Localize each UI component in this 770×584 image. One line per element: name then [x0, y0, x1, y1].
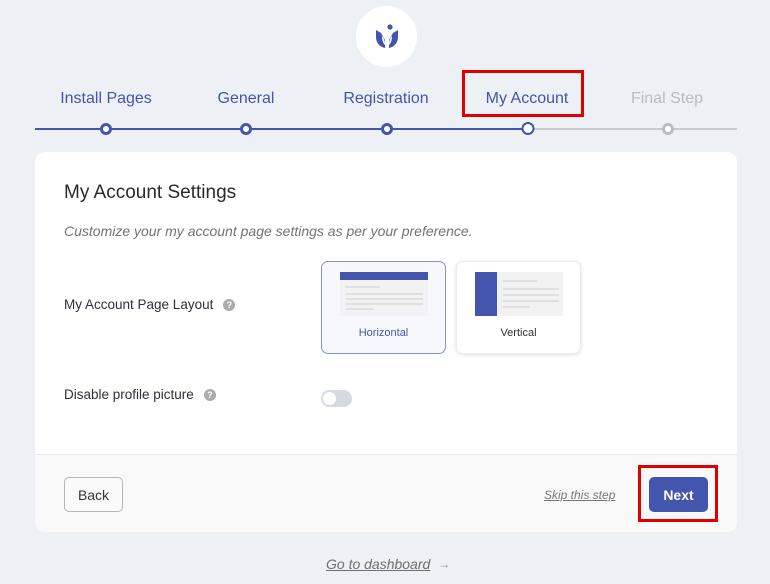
question-circle-icon[interactable]: ? [203, 388, 216, 401]
brand-logo [356, 6, 417, 67]
arrow-right-icon: → [438, 557, 451, 571]
layout-option-label: Horizontal [358, 327, 409, 339]
skip-step-link[interactable]: Skip this step [544, 488, 615, 502]
step-registration[interactable]: Registration [343, 90, 428, 108]
annotation-highlight-next-button [638, 465, 718, 522]
page-description: Customize your my account page settings … [64, 223, 473, 239]
go-to-dashboard-text: Go to dashboard [326, 556, 431, 572]
layout-option-horizontal[interactable]: Horizontal [321, 261, 446, 354]
toggle-knob [323, 392, 336, 405]
go-to-dashboard-link[interactable]: Go to dashboard → [326, 556, 450, 572]
step-install-pages[interactable]: Install Pages [60, 90, 152, 108]
step-dot-final-step [662, 123, 674, 135]
layout-option-label: Vertical [500, 327, 537, 339]
settings-card: My Account Settings Customize your my ac… [35, 152, 737, 532]
card-footer: Back Skip this step Next [35, 454, 737, 532]
annotation-highlight-my-account-step [462, 70, 584, 117]
step-dot-registration[interactable] [381, 123, 393, 135]
layout-setting-text: My Account Page Layout [64, 297, 214, 312]
question-circle-icon[interactable]: ? [223, 298, 236, 311]
tulip-logo-icon [375, 23, 398, 48]
step-final-step: Final Step [630, 90, 704, 107]
step-dot-install-pages[interactable] [100, 123, 112, 135]
step-dot-my-account[interactable] [521, 122, 535, 135]
disable-profile-picture-toggle[interactable] [321, 390, 352, 407]
step-dot-general[interactable] [240, 123, 252, 135]
layout-setting-label: My Account Page Layout ? [64, 297, 236, 312]
horizontal-layout-preview-icon [340, 272, 428, 316]
step-general[interactable]: General [218, 90, 275, 108]
setup-wizard-steps: Install Pages General Registration My Ac… [35, 86, 737, 136]
profile-picture-setting-label: Disable profile picture ? [64, 387, 216, 402]
back-button[interactable]: Back [64, 477, 123, 512]
page-title: My Account Settings [64, 182, 237, 203]
progress-track-remaining [528, 128, 737, 130]
vertical-layout-preview-icon [475, 272, 563, 316]
layout-option-vertical[interactable]: Vertical [456, 261, 581, 354]
profile-picture-setting-text: Disable profile picture [64, 387, 194, 402]
